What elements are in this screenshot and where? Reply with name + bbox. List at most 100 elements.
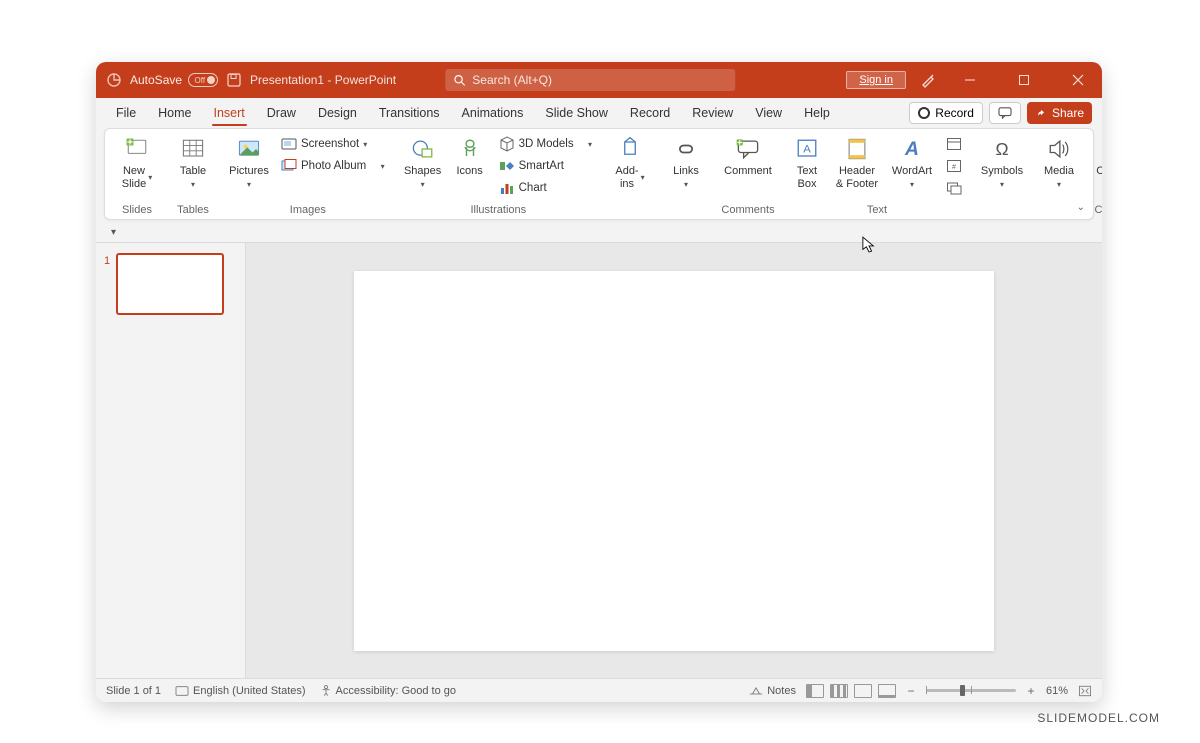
speaker-icon <box>1045 135 1073 163</box>
thumbnail-preview[interactable] <box>116 253 224 315</box>
group-camera: P Cameo▾ Camera <box>1086 129 1102 219</box>
tab-review[interactable]: Review <box>682 98 743 128</box>
object-button[interactable] <box>942 177 966 199</box>
tab-file[interactable]: File <box>106 98 146 128</box>
search-input[interactable]: Search (Alt+Q) <box>445 69 735 91</box>
tab-insert[interactable]: Insert <box>204 98 255 128</box>
slide-thumbnails-pane[interactable]: 1 <box>96 243 246 678</box>
close-button[interactable] <box>1058 62 1098 98</box>
tab-transitions[interactable]: Transitions <box>369 98 450 128</box>
minimize-button[interactable] <box>950 62 990 98</box>
tab-animations[interactable]: Animations <box>452 98 534 128</box>
pictures-button[interactable]: Pictures▾ <box>227 131 271 189</box>
maximize-button[interactable] <box>1004 62 1044 98</box>
thumbnail-1[interactable]: 1 <box>104 253 237 315</box>
link-icon <box>672 135 700 163</box>
zoom-out-button[interactable]: − <box>906 684 916 698</box>
save-icon[interactable] <box>226 72 242 88</box>
addins-icon <box>616 135 644 163</box>
smartart-icon <box>499 158 515 174</box>
svg-text:A: A <box>904 139 919 160</box>
wordart-icon: A <box>898 135 926 163</box>
icons-button[interactable]: Icons <box>451 131 489 178</box>
normal-view-button[interactable] <box>806 684 824 698</box>
tab-record[interactable]: Record <box>620 98 680 128</box>
qat-dropdown[interactable]: ▾ <box>106 225 121 240</box>
tab-view[interactable]: View <box>745 98 792 128</box>
group-text: A Text Box Header & Footer A WordArt▾ # … <box>782 129 972 219</box>
ribbon-tabs: File Home Insert Draw Design Transitions… <box>96 98 1102 128</box>
chart-icon <box>499 180 515 196</box>
comment-button[interactable]: Comment <box>720 131 776 178</box>
notes-button[interactable]: Notes <box>749 685 796 697</box>
slide-canvas[interactable] <box>354 271 994 651</box>
new-slide-icon <box>123 135 151 163</box>
date-time-button[interactable] <box>942 133 966 155</box>
sign-in-button[interactable]: Sign in <box>846 71 906 89</box>
addins-button[interactable]: Add- ins▾ <box>608 131 652 190</box>
title-bar: AutoSave Off Presentation1 - PowerPoint … <box>96 62 1102 98</box>
watermark: SLIDEMODEL.COM <box>1037 711 1160 725</box>
ink-icon[interactable] <box>920 72 936 88</box>
reading-view-button[interactable] <box>854 684 872 698</box>
document-title: Presentation1 - PowerPoint <box>250 73 396 87</box>
omega-icon: Ω <box>988 135 1016 163</box>
group-images: Pictures▾ Screenshot▾ Photo Album ▾ Imag… <box>221 129 395 219</box>
language-button[interactable]: English (United States) <box>175 685 306 697</box>
object-icon <box>946 180 962 196</box>
autosave-label: AutoSave <box>130 73 182 87</box>
wordart-button[interactable]: A WordArt▾ <box>888 131 936 189</box>
zoom-slider[interactable] <box>926 689 1016 692</box>
slide-number-button[interactable]: # <box>942 155 966 177</box>
tab-design[interactable]: Design <box>308 98 367 128</box>
smartart-button[interactable]: SmartArt <box>495 155 596 177</box>
share-button[interactable]: Share <box>1027 102 1092 124</box>
screenshot-button[interactable]: Screenshot▾ <box>277 133 389 155</box>
group-comments: Comment Comments <box>714 129 782 219</box>
autosave-toggle[interactable]: AutoSave Off <box>130 73 218 87</box>
photo-album-button[interactable]: Photo Album ▾ <box>277 155 389 177</box>
notes-icon <box>749 685 763 696</box>
cameo-button[interactable]: P Cameo▾ <box>1092 131 1102 189</box>
table-icon <box>179 135 207 163</box>
comment-icon <box>734 135 762 163</box>
chart-button[interactable]: Chart <box>495 177 596 199</box>
symbols-button[interactable]: Ω Symbols▾ <box>978 131 1026 189</box>
screenshot-icon <box>281 136 297 152</box>
accessibility-icon <box>320 684 332 697</box>
header-footer-icon <box>843 135 871 163</box>
record-button[interactable]: Record <box>909 102 983 124</box>
record-dot-icon <box>918 107 930 119</box>
slideshow-view-button[interactable] <box>878 684 896 698</box>
accessibility-button[interactable]: Accessibility: Good to go <box>320 684 456 697</box>
tab-help[interactable]: Help <box>794 98 840 128</box>
group-addins: Add- ins▾ <box>602 129 658 219</box>
tab-slide-show[interactable]: Slide Show <box>535 98 618 128</box>
links-button[interactable]: Links▾ <box>664 131 708 189</box>
group-illustrations: Shapes▾ Icons 3D Models ▾ SmartArt Chart… <box>395 129 602 219</box>
zoom-in-button[interactable]: + <box>1026 684 1036 698</box>
3d-models-button[interactable]: 3D Models ▾ <box>495 133 596 155</box>
collapse-ribbon-button[interactable]: ⌄ <box>1077 202 1085 213</box>
comments-pane-button[interactable] <box>989 102 1021 124</box>
slide-counter[interactable]: Slide 1 of 1 <box>106 685 161 697</box>
cameo-icon: P <box>1100 135 1102 163</box>
sorter-view-button[interactable] <box>830 684 848 698</box>
new-slide-button[interactable]: New Slide▾ <box>115 131 159 190</box>
shapes-button[interactable]: Shapes▾ <box>401 131 445 189</box>
group-tables: Table▾ Tables <box>165 129 221 219</box>
zoom-level[interactable]: 61% <box>1046 685 1068 697</box>
header-footer-button[interactable]: Header & Footer <box>832 131 882 190</box>
tab-draw[interactable]: Draw <box>257 98 306 128</box>
media-button[interactable]: Media▾ <box>1038 131 1080 189</box>
group-symbols: Ω Symbols▾ <box>972 129 1032 219</box>
svg-text:#: # <box>952 164 956 171</box>
tab-home[interactable]: Home <box>148 98 201 128</box>
table-button[interactable]: Table▾ <box>171 131 215 189</box>
fit-to-window-button[interactable] <box>1078 685 1092 697</box>
text-box-icon: A <box>793 135 821 163</box>
toggle-off-icon: Off <box>188 73 218 87</box>
text-box-button[interactable]: A Text Box <box>788 131 826 190</box>
slide-canvas-area[interactable] <box>246 243 1102 678</box>
language-icon <box>175 685 189 697</box>
